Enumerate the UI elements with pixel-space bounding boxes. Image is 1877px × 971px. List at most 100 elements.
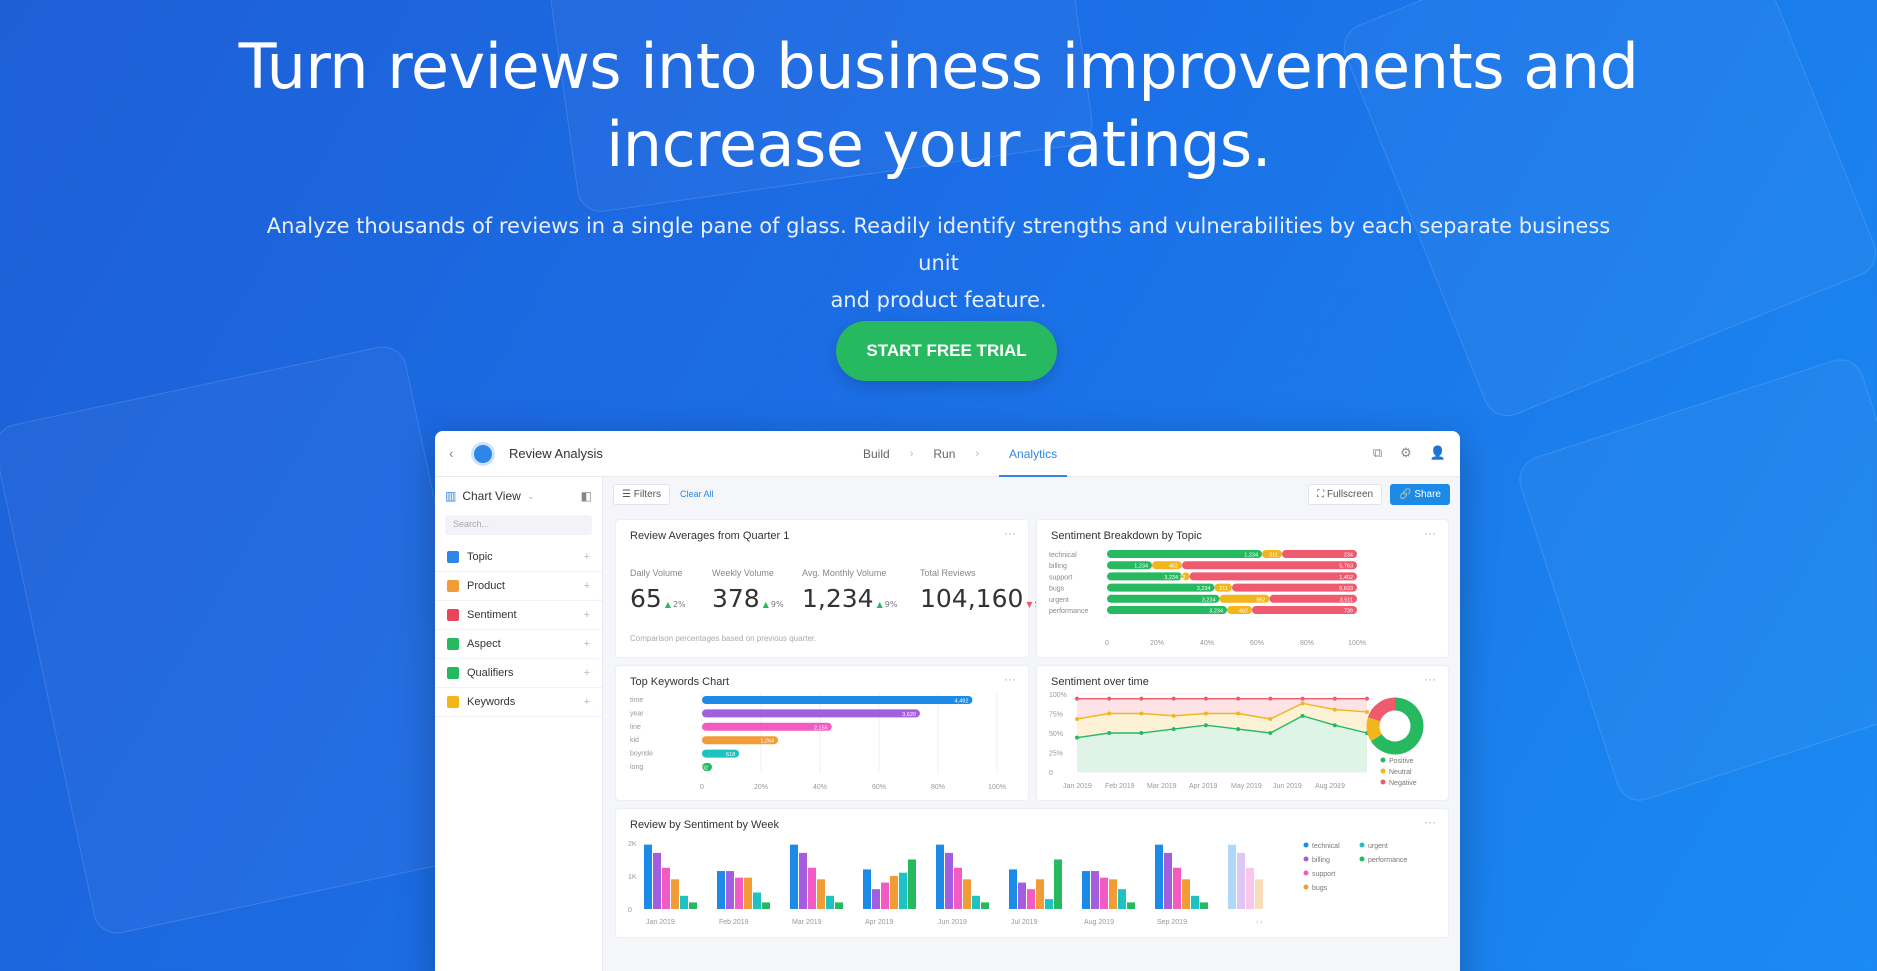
keywords-chart: time 4,492 year 3,620 line 2,155 kid 1,264 boyri… xyxy=(630,692,1006,791)
kpi-percent: 2% xyxy=(672,600,686,609)
sidebar-item-label: Sentiment xyxy=(467,609,517,621)
bar-technical xyxy=(1009,869,1017,909)
sidebar-search-input[interactable]: Search... xyxy=(445,515,592,535)
add-icon[interactable]: + xyxy=(584,696,590,708)
sidebar-item-label: Aspect xyxy=(467,638,501,650)
qualifiers-icon xyxy=(447,667,459,679)
keyword-bar xyxy=(702,696,973,704)
x-tick-label: Feb 2019 xyxy=(1105,783,1135,790)
data-label: 962 xyxy=(1256,597,1265,603)
sidebar-item-aspect[interactable]: Aspect + xyxy=(435,630,602,659)
sidebar-items: Topic + Product + Sentiment + Aspect + Qualifier… xyxy=(435,543,602,717)
more-icon[interactable]: ··· xyxy=(1004,526,1016,540)
bar-billing xyxy=(653,852,661,909)
kpi-label: Weekly Volume xyxy=(712,568,774,578)
trend-arrow-icon: ▲ xyxy=(876,600,883,609)
point-negative xyxy=(1268,696,1273,701)
start-free-trial-button[interactable]: START FREE TRIAL xyxy=(836,321,1057,381)
bar-technical xyxy=(936,844,944,909)
bar-chart-icon: ▥ xyxy=(445,489,457,503)
add-icon[interactable]: + xyxy=(584,609,590,621)
chart-view-label: Chart View xyxy=(462,489,521,503)
hero-subtitle-line1: Analyze thousands of reviews in a single… xyxy=(266,214,1611,275)
data-label: 739 xyxy=(1344,609,1353,615)
bar-technical xyxy=(717,871,725,909)
legend-dot xyxy=(1359,842,1365,848)
sidebar-item-qualifiers[interactable]: Qualifiers + xyxy=(435,659,602,688)
sidebar-item-keywords[interactable]: Keywords + xyxy=(435,688,602,717)
data-label: 6,633 xyxy=(1339,586,1353,592)
fullscreen-button[interactable]: ⛶ Fullscreen xyxy=(1308,483,1383,505)
back-chevron-icon[interactable]: ‹ xyxy=(449,445,454,461)
kpi-number: 65 xyxy=(630,584,662,613)
point-positive xyxy=(1300,713,1305,718)
clear-all-link[interactable]: Clear All xyxy=(680,489,714,499)
kpi-percent: 9% xyxy=(770,600,784,609)
gear-icon[interactable]: ⚙ xyxy=(1400,445,1412,461)
bar-performance xyxy=(981,902,989,909)
review-averages-card: Review Averages from Quarter 1 ··· Daily… xyxy=(615,519,1047,658)
add-icon[interactable]: + xyxy=(584,667,590,679)
bar-billing xyxy=(945,852,953,909)
filters-button[interactable]: ☰ Filters xyxy=(613,483,670,505)
bar-bugs xyxy=(1182,879,1190,909)
kpi-label: Avg. Monthly Volume xyxy=(802,568,887,578)
bar-performance xyxy=(1054,859,1062,909)
sidebar-item-sentiment[interactable]: Sentiment + xyxy=(435,601,602,630)
point-negative xyxy=(1171,696,1176,701)
data-label: 3,511 xyxy=(1340,597,1353,603)
data-label: 5,763 xyxy=(1339,564,1353,570)
sidebar-item-label: Keywords xyxy=(467,696,516,708)
legend-dot xyxy=(1303,884,1309,890)
kpi-number: 104,160 xyxy=(920,584,1024,613)
point-negative xyxy=(1236,696,1241,701)
legend-label: support xyxy=(1312,871,1335,878)
category-label: technical xyxy=(1049,552,1077,559)
bar-support xyxy=(954,867,962,909)
kpi-2: Avg. Monthly Volume 1,234 ▲ 9% xyxy=(802,568,897,613)
crumb-analytics[interactable]: Analytics xyxy=(999,431,1068,477)
app-logo-icon xyxy=(471,442,495,466)
hero-title-line2: increase your ratings. xyxy=(606,108,1271,181)
share-button[interactable]: 🔗 Share xyxy=(1390,483,1450,505)
point-positive xyxy=(1075,735,1079,740)
collapse-sidebar-icon[interactable]: ◧ xyxy=(581,489,592,503)
add-icon[interactable]: + xyxy=(584,580,590,592)
data-label: 1,234 xyxy=(1134,564,1148,570)
data-label: 3,234 xyxy=(1209,609,1223,615)
top-keywords-card: Top Keywords Chart ··· time 4,492 year 3,62… xyxy=(615,665,1029,801)
x-tick-label: 100% xyxy=(988,784,1006,791)
x-tick-label: Jan 2019 xyxy=(1063,783,1092,790)
keyword-bar xyxy=(702,722,832,731)
crumb-run[interactable]: Run xyxy=(933,447,955,461)
trend-arrow-icon: ▼ xyxy=(1026,600,1033,609)
bar-bugs xyxy=(963,879,971,909)
category-label: boyride xyxy=(630,751,653,758)
point-neutral xyxy=(1107,711,1112,716)
chart-view-selector[interactable]: ▥ Chart View ⌄ ◧ xyxy=(435,477,602,515)
sidebar-item-product[interactable]: Product + xyxy=(435,572,602,601)
breadcrumb: Build › Run › Analytics xyxy=(863,431,1068,477)
filters-label: Filters xyxy=(633,488,661,500)
chevron-right-icon: › xyxy=(909,448,914,460)
x-tick-label: Apr 2019 xyxy=(1189,783,1218,790)
point-positive xyxy=(1332,723,1337,728)
kpi-value: 104,160▼5% xyxy=(920,584,1047,613)
add-icon[interactable]: + xyxy=(584,638,590,650)
user-icon[interactable]: 👤 xyxy=(1430,445,1446,461)
x-tick-label: Aug 2019 xyxy=(1084,919,1114,926)
bar-urgent xyxy=(1118,889,1126,909)
sidebar-item-topic[interactable]: Topic + xyxy=(435,543,602,572)
hero-subtitle-line2: and product feature. xyxy=(830,288,1047,312)
crumb-build[interactable]: Build xyxy=(863,447,890,461)
bar-performance xyxy=(762,902,770,909)
copy-icon[interactable]: ⧉ xyxy=(1373,445,1382,461)
legend-dot xyxy=(1303,870,1309,876)
keywords-icon xyxy=(447,696,459,708)
toolbar: ☰ Filters Clear All ⛶ Fullscreen 🔗 Share xyxy=(603,477,1460,511)
sidebar: ▥ Chart View ⌄ ◧ Search... Topic + Product… xyxy=(435,477,603,971)
add-icon[interactable]: + xyxy=(584,551,590,563)
bar-support xyxy=(662,867,670,909)
point-positive xyxy=(1236,727,1241,732)
legend-dot xyxy=(1303,856,1309,862)
